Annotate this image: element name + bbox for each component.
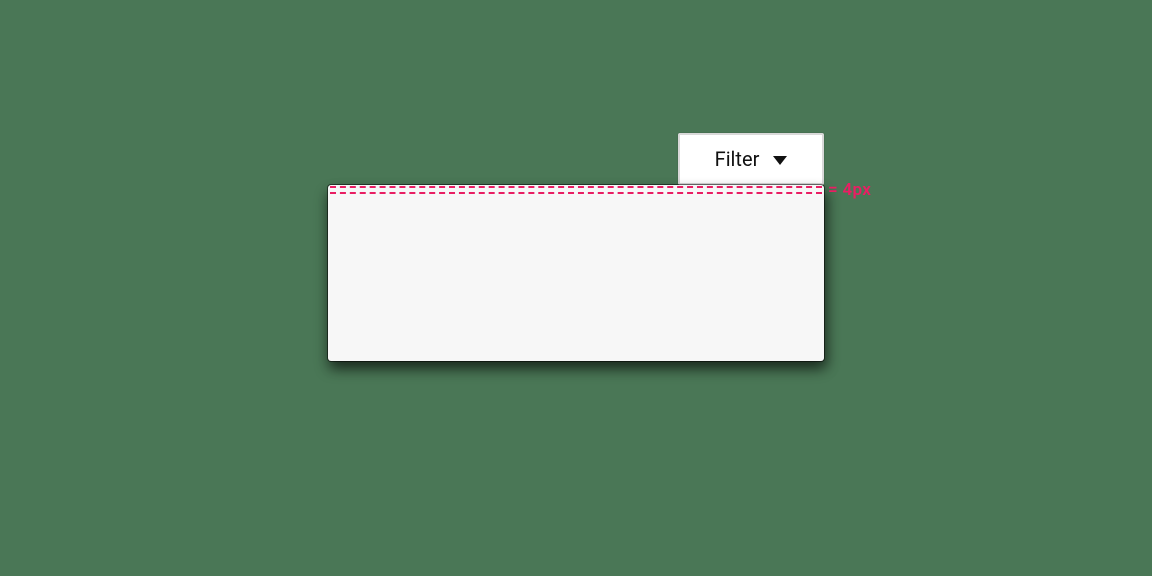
spacing-diagram: Filter	[328, 185, 824, 361]
spacing-annotation-label: = 4px	[828, 180, 871, 200]
spacing-indicator	[330, 185, 822, 193]
chevron-down-icon	[773, 156, 787, 165]
filter-label: Filter	[715, 147, 760, 171]
spacing-line-bottom	[330, 192, 822, 194]
filter-dropdown-button[interactable]: Filter	[678, 133, 824, 185]
spacing-line-top	[330, 186, 822, 188]
dropdown-menu-panel	[328, 185, 824, 361]
